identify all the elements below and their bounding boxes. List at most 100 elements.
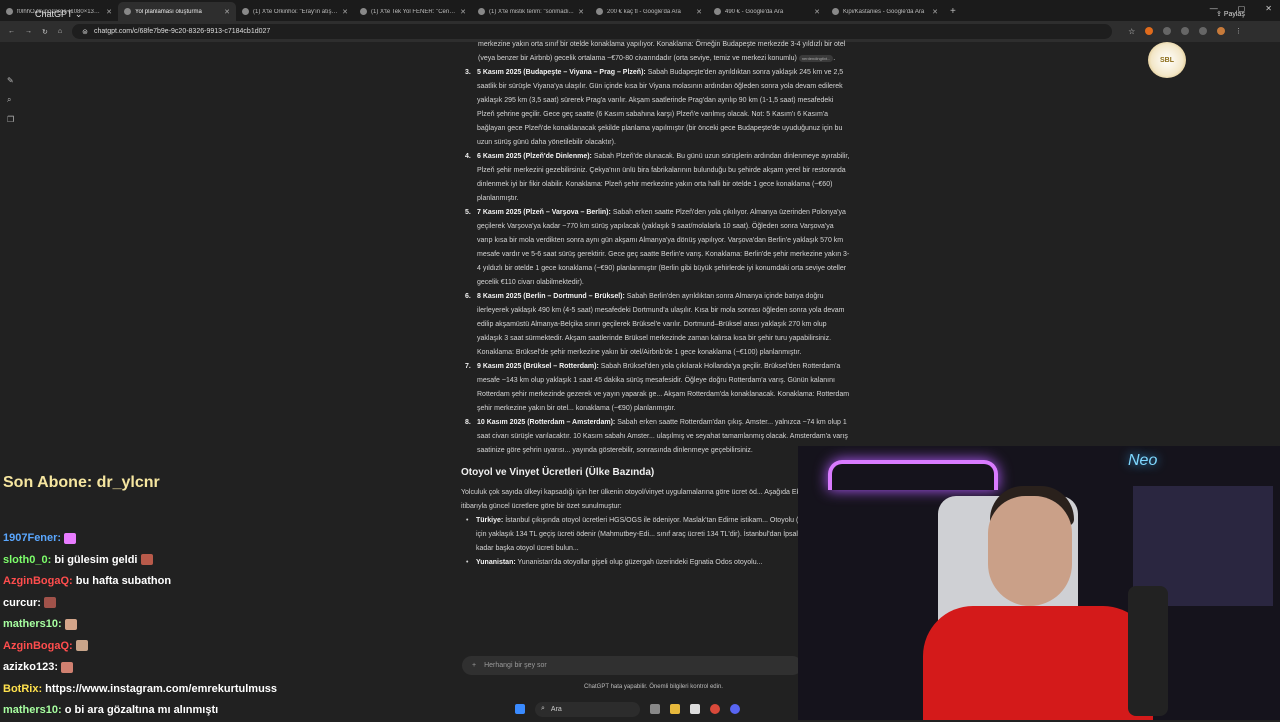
section-heading: Otoyol ve Vinyet Ücretleri (Ülke Bazında… xyxy=(461,467,655,478)
neon-light xyxy=(828,460,998,490)
item-text: Sabah erken saatte Plzeň'den yola çıkılı… xyxy=(477,209,850,286)
intro-paragraph: merkezine yakın orta sınıf bir otelde ko… xyxy=(478,41,846,62)
extension-icon[interactable] xyxy=(1145,27,1154,35)
extension-icon[interactable] xyxy=(1163,27,1172,35)
new-chat-icon[interactable]: ✎ xyxy=(7,76,14,85)
section-intro: Yolculuk çok sayıda ülkeyi kapsadığı içi… xyxy=(461,489,825,510)
add-attachment-icon[interactable]: + xyxy=(472,662,476,669)
search-icon: ⌕ xyxy=(541,705,545,712)
close-tab-icon[interactable]: ✕ xyxy=(578,8,584,16)
reload-icon[interactable]: ↻ xyxy=(42,28,48,36)
close-tab-icon[interactable]: ✕ xyxy=(932,8,938,16)
store-icon[interactable] xyxy=(690,704,700,714)
taskbar-search[interactable]: ⌕ Ara xyxy=(535,701,640,717)
browser-tab[interactable]: (1) X'te Orkinhoi: "Eray'ın atıştı... ✕ xyxy=(236,2,354,21)
close-tab-icon[interactable]: ✕ xyxy=(224,8,230,16)
item-title: 8 Kasım 2025 (Berlin – Dortmund – Brükse… xyxy=(477,293,625,300)
item-title: 6 Kasım 2025 (Plzeň'de Dinlenme): xyxy=(477,153,592,160)
item-text: Sabah Budapeşte'den ayrıldıktan sonra ya… xyxy=(477,69,844,146)
chat-message: curcur: xyxy=(3,593,453,615)
browser-tab[interactable]: 490 € - Google'da Ara ✕ xyxy=(708,2,826,21)
chat-emote-icon xyxy=(64,532,77,544)
chat-text: o bi ara gözaltına mı alınmıştı xyxy=(64,704,219,716)
chat-text: bi gülesim geldi xyxy=(54,553,138,566)
toll-country: Türkiye: xyxy=(476,517,504,524)
item-text: Sabah Berlin'den ayrıldıktan sonra Alman… xyxy=(477,293,845,356)
toll-text: Yunanistan'da otoyollar gişeli olup güze… xyxy=(517,559,763,566)
chat-emote-icon xyxy=(75,640,88,652)
forward-icon[interactable]: → xyxy=(25,28,32,35)
search-icon[interactable]: ⌕ xyxy=(7,95,14,105)
share-button[interactable]: ⇪ Paylaş xyxy=(1216,10,1245,18)
last-subscriber-banner: Son Abone: dr_ylcnr xyxy=(3,474,160,491)
conversation-content: merkezine yakın orta sınıf bir otelde ko… xyxy=(460,38,850,658)
chat-text: https://www.instagram.com/emrekurtulmuss xyxy=(45,682,278,695)
itinerary-item: 8. 10 Kasım 2025 (Rotterdam – Amsterdam):… xyxy=(460,416,850,458)
site-info-icon[interactable]: ⊜ xyxy=(82,28,88,36)
toll-item: Yunanistan: Yunanistan'da otoyollar gişe… xyxy=(460,556,850,570)
share-label: Paylaş xyxy=(1223,11,1245,18)
menu-icon[interactable]: ⋮ xyxy=(1235,27,1242,36)
favicon-icon xyxy=(360,8,367,15)
close-tab-icon[interactable]: ✕ xyxy=(106,8,112,16)
back-icon[interactable]: ← xyxy=(8,28,15,35)
taskbar-search-label: Ara xyxy=(550,705,562,713)
browser-tab[interactable]: (1) X'te mistik terim: "sonmadı... ✕ xyxy=(472,2,590,21)
home-icon[interactable]: ⌂ xyxy=(58,28,62,35)
tab-title: Kipi/Kastanies - Google'da Ara xyxy=(843,8,925,15)
item-number: 3. xyxy=(465,69,471,76)
itinerary-item: 5. 7 Kasım 2025 (Plzeň – Varşova – Berlin… xyxy=(460,206,850,290)
stream-chat: 1907Fener: sloth0_0: bi gülesim geldi Az… xyxy=(3,528,453,722)
close-window-icon[interactable]: ✕ xyxy=(1265,4,1272,13)
new-tab-icon[interactable]: + xyxy=(944,6,962,21)
chat-text: bu hafta subathon xyxy=(75,575,172,587)
composer[interactable]: + Herhangi bir şey sor xyxy=(462,656,802,675)
close-tab-icon[interactable]: ✕ xyxy=(696,8,702,16)
itinerary-item: 3. 5 Kasım 2025 (Budapeşte – Viyana – Pra… xyxy=(460,66,850,150)
chat-username: AzginBogaQ: xyxy=(3,575,73,587)
item-title: 7 Kasım 2025 (Plzeň – Varşova – Berlin): xyxy=(477,209,611,216)
chat-emote-icon xyxy=(61,661,74,673)
library-icon[interactable]: ❐ xyxy=(7,115,14,124)
bookmark-star-icon[interactable]: ☆ xyxy=(1128,27,1135,36)
address-input[interactable]: ⊜ chatgpt.com/c/68fe7b9e-9c20-8326-9913-… xyxy=(72,24,1113,39)
composer-input[interactable]: Herhangi bir şey sor xyxy=(484,662,547,669)
streamer-shirt xyxy=(923,606,1153,720)
browser-tab[interactable]: Yol planlaması oluşturma ✕ xyxy=(118,2,236,21)
close-tab-icon[interactable]: ✕ xyxy=(460,8,466,16)
toll-item: Türkiye: İstanbul çıkışında otoyol ücret… xyxy=(460,514,850,556)
item-text: Sabah Brüksel'den yola çıkılarak Holland… xyxy=(477,363,850,412)
intro-text: merkezine yakın orta sınıf bir otelde ko… xyxy=(478,41,846,62)
chat-username: AzginBogaQ: xyxy=(3,639,73,652)
extension-icon[interactable] xyxy=(1199,27,1208,35)
chat-emote-icon xyxy=(140,554,153,566)
close-tab-icon[interactable]: ✕ xyxy=(814,8,820,16)
chat-username: mathers10: xyxy=(3,704,62,716)
chat-message: mathers10: o bi ara gözaltına mı alınmış… xyxy=(3,700,453,722)
tab-title: 200 € kaç tl - Google'da Ara xyxy=(607,8,681,15)
profile-avatar[interactable] xyxy=(1217,27,1226,35)
address-text: chatgpt.com/c/68fe7b9e-9c20-8326-9913-c7… xyxy=(93,28,271,35)
windows-start-icon[interactable] xyxy=(515,704,525,714)
extension-icon[interactable] xyxy=(1181,27,1190,35)
webcam-overlay: Neo xyxy=(798,446,1280,720)
item-text: Sabah Plzeň'de olunacak. Bu günü uzun sü… xyxy=(477,153,850,202)
browser-tab[interactable]: 200 € kaç tl - Google'da Ara ✕ xyxy=(590,2,708,21)
itinerary-list: 3. 5 Kasım 2025 (Budapeşte – Viyana – Pra… xyxy=(460,66,850,458)
favicon-icon xyxy=(242,8,249,15)
extensions: ☆ ⋮ xyxy=(1128,27,1242,36)
browser-tab[interactable]: Kipi/Kastanies - Google'da Ara ✕ xyxy=(826,2,944,21)
toll-text: İstanbul çıkışında otoyol ücretleri HGS/… xyxy=(476,517,843,552)
discord-icon[interactable] xyxy=(730,704,740,714)
source-chip[interactable]: nerdendingtixt... xyxy=(798,54,834,62)
chat-username: BotRix: xyxy=(3,682,43,695)
chrome-icon[interactable] xyxy=(710,704,720,714)
model-selector[interactable]: ChatGPT ⌄ xyxy=(35,9,82,20)
chat-username: azizko123: xyxy=(3,661,59,673)
chat-message: azizko123: xyxy=(3,657,453,679)
task-view-icon[interactable] xyxy=(650,704,660,714)
favicon-icon xyxy=(6,8,13,15)
browser-tab[interactable]: (1) X'te Tek Yol FENER: "Cengiz... ✕ xyxy=(354,2,472,21)
file-explorer-icon[interactable] xyxy=(670,704,680,714)
close-tab-icon[interactable]: ✕ xyxy=(342,8,348,16)
